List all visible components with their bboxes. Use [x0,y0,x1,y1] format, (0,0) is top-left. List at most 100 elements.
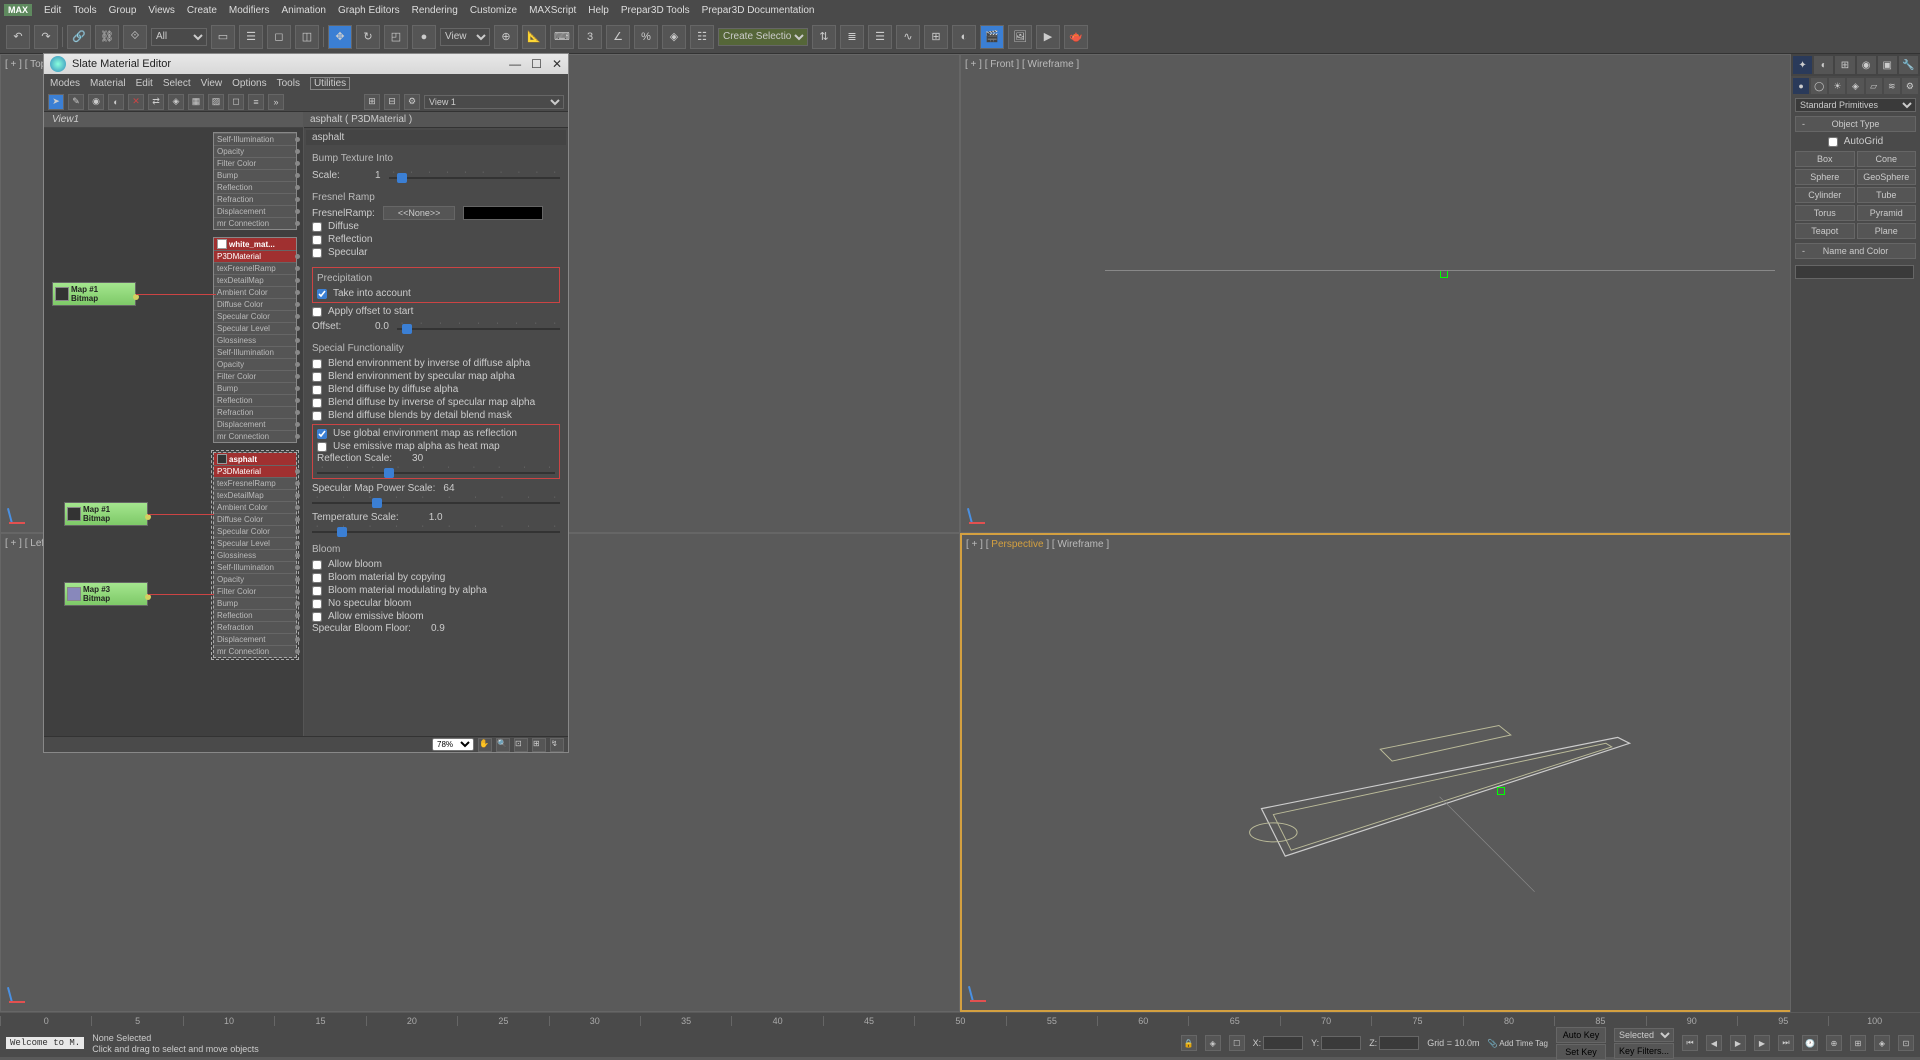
blend-detail-checkbox[interactable] [312,411,322,421]
gear-icon[interactable]: ⚙ [404,94,420,110]
slate-menu-select[interactable]: Select [163,78,191,89]
viewport-persp-label[interactable]: [ + ] [ Perspective ] [ Wireframe ] [966,539,1109,550]
pivot-button[interactable]: ⊕ [494,25,518,49]
undo-button[interactable]: ↶ [6,25,30,49]
ref-coord-button[interactable]: ● [412,25,436,49]
blend-env-inv-diff-checkbox[interactable] [312,359,322,369]
key-mode-dropdown[interactable]: Selected [1614,1028,1674,1042]
use-emissive-heat-checkbox[interactable] [317,442,327,452]
x-input[interactable] [1263,1036,1303,1050]
name-color-rollout[interactable]: Name and Color [1795,243,1916,259]
modify-tab[interactable]: ◐ [1814,56,1833,74]
goto-start-button[interactable]: ⏮ [1682,1035,1698,1051]
shapes-subtab[interactable]: ◯ [1811,78,1827,94]
tool-icon[interactable]: ◈ [168,94,184,110]
spec-power-slider[interactable] [312,502,560,504]
offset-slider[interactable] [397,328,560,330]
cone-button[interactable]: Cone [1857,151,1917,167]
apply-offset-checkbox[interactable] [312,307,322,317]
specular-checkbox[interactable] [312,248,322,258]
tool-icon[interactable]: ◐ [108,94,124,110]
nav-icon[interactable]: ↯ [550,738,564,752]
zoom-dropdown[interactable]: 78% [432,738,474,751]
menu-edit[interactable]: Edit [44,5,61,16]
menu-graph-editors[interactable]: Graph Editors [338,5,400,16]
no-spec-bloom-checkbox[interactable] [312,599,322,609]
cameras-subtab[interactable]: ◈ [1847,78,1863,94]
torus-button[interactable]: Torus [1795,205,1855,221]
grid-icon[interactable]: ▨ [208,94,224,110]
iso-icon[interactable]: ◈ [1205,1035,1221,1051]
object-name-input[interactable] [1795,265,1914,279]
select-name-button[interactable]: ☰ [239,25,263,49]
reflection-scale-slider[interactable] [317,472,555,474]
bind-button[interactable]: ⟐ [123,25,147,49]
curve-editor-button[interactable]: ∿ [896,25,920,49]
keyboard-shortcut-button[interactable]: ⌨ [550,25,574,49]
redo-button[interactable]: ↷ [34,25,58,49]
menu-create[interactable]: Create [187,5,217,16]
blend-env-spec-checkbox[interactable] [312,372,322,382]
teapot-button[interactable]: Teapot [1795,223,1855,239]
motion-tab[interactable]: ◉ [1857,56,1876,74]
set-key-button[interactable]: Set Key [1556,1044,1606,1060]
window-crossing-button[interactable]: ◫ [295,25,319,49]
tool-icon[interactable]: ◻ [228,94,244,110]
create-tab[interactable]: ✦ [1793,56,1812,74]
pan-icon[interactable]: ✋ [478,738,492,752]
slate-view-dropdown[interactable]: View 1 [424,95,564,109]
viewport-front[interactable]: [ + ] [ Front ] [ Wireframe ] [960,54,1920,533]
tool-icon[interactable]: ≡ [248,94,264,110]
material-node-asphalt[interactable]: asphalt P3DMaterial texFresnelRamp texDe… [213,452,297,658]
slate-menu-utilities[interactable]: Utilities [310,77,350,90]
next-frame-button[interactable]: ▶ [1754,1035,1770,1051]
maximize-button[interactable]: ☐ [531,57,542,71]
blend-diff-inv-spec-checkbox[interactable] [312,398,322,408]
nav-icon[interactable]: ⊞ [1850,1035,1866,1051]
box-button[interactable]: Box [1795,151,1855,167]
lock-icon[interactable]: 🔒 [1181,1035,1197,1051]
layout-icon[interactable]: ⊟ [384,94,400,110]
menu-p3d-docs[interactable]: Prepar3D Documentation [702,5,815,16]
grid-icon[interactable]: ☐ [1229,1035,1245,1051]
spinner-snap-button[interactable]: ◈ [662,25,686,49]
material-editor-button[interactable]: ◐ [952,25,976,49]
allow-bloom-checkbox[interactable] [312,560,322,570]
key-filters-button[interactable]: Key Filters... [1614,1043,1674,1059]
geometry-subtab[interactable]: ● [1793,78,1809,94]
layout-icon[interactable]: ⊞ [364,94,380,110]
schematic-button[interactable]: ⊞ [924,25,948,49]
unlink-button[interactable]: ⛓ [95,25,119,49]
take-account-checkbox[interactable] [317,289,327,299]
nav-icon[interactable]: ⊞ [532,738,546,752]
bitmap-node-1[interactable]: Map #1Bitmap [52,282,136,306]
prev-frame-button[interactable]: ◀ [1706,1035,1722,1051]
menu-group[interactable]: Group [109,5,137,16]
cylinder-button[interactable]: Cylinder [1795,187,1855,203]
zoom-icon[interactable]: 🔍 [496,738,510,752]
percent-snap-button[interactable]: % [634,25,658,49]
color-swatch[interactable] [463,206,543,220]
manipulate-button[interactable]: 📐 [522,25,546,49]
y-input[interactable] [1321,1036,1361,1050]
auto-key-button[interactable]: Auto Key [1556,1027,1606,1043]
align-button[interactable]: ≣ [840,25,864,49]
temp-scale-slider[interactable] [312,531,560,533]
systems-subtab[interactable]: ⚙ [1902,78,1918,94]
time-config-button[interactable]: 🕐 [1802,1035,1818,1051]
menu-help[interactable]: Help [588,5,609,16]
viewport-front-label[interactable]: [ + ] [ Front ] [ Wireframe ] [965,59,1079,70]
move-button[interactable]: ✥ [328,25,352,49]
link-button[interactable]: 🔗 [67,25,91,49]
teapot-button[interactable]: 🫖 [1064,25,1088,49]
use-global-env-checkbox[interactable] [317,429,327,439]
menu-tools[interactable]: Tools [73,5,96,16]
diffuse-checkbox[interactable] [312,222,322,232]
nav-icon[interactable]: ⊕ [1826,1035,1842,1051]
slate-menu-tools[interactable]: Tools [277,78,300,89]
utilities-tab[interactable]: 🔧 [1899,56,1918,74]
space-warps-subtab[interactable]: ≋ [1884,78,1900,94]
minimize-button[interactable]: — [509,57,521,71]
bitmap-node-2[interactable]: Map #1Bitmap [64,502,148,526]
render-button[interactable]: ▶ [1036,25,1060,49]
